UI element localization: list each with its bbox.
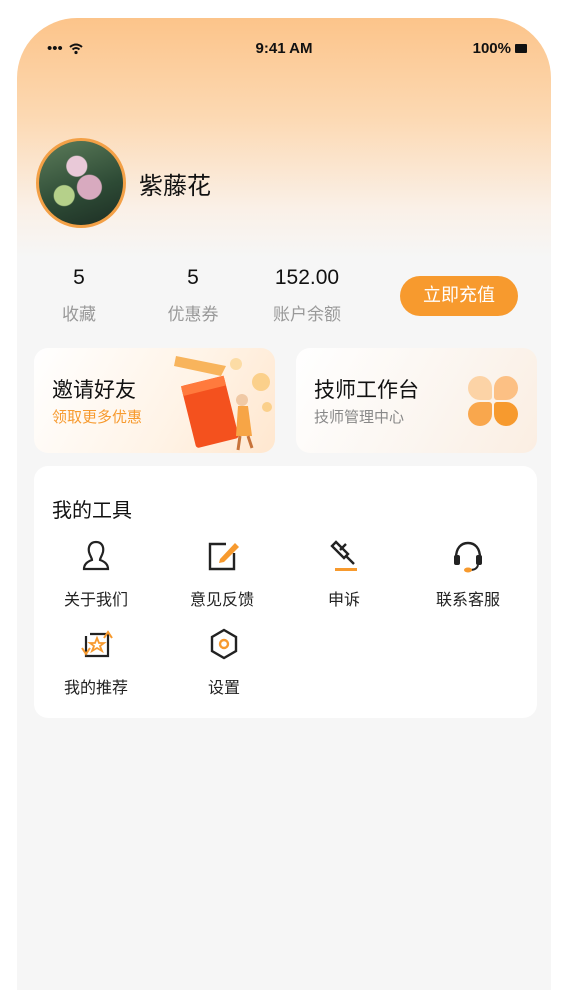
tool-my-recommend[interactable]: 我的推荐	[36, 626, 156, 698]
tool-label: 设置	[207, 678, 240, 697]
headset-icon	[454, 541, 482, 573]
gavel-icon	[330, 540, 357, 571]
tool-label: 我的推荐	[63, 678, 128, 697]
invite-title: 邀请好友	[52, 378, 136, 402]
settings-icon	[210, 628, 238, 660]
edit-icon	[208, 542, 239, 571]
tool-label: 意见反馈	[189, 590, 254, 609]
user-icon	[82, 540, 110, 571]
stat-favorites[interactable]: 5 收藏	[19, 266, 139, 325]
recommend-icon	[81, 630, 113, 658]
recharge-button[interactable]: 立即充值	[400, 276, 518, 316]
status-bar: ••• 9:41 AM 100%	[17, 40, 551, 60]
battery-percent: 100%	[472, 40, 511, 57]
workbench-clover-icon	[468, 376, 518, 426]
tool-label: 申诉	[327, 590, 360, 609]
phone-screen: ••• 9:41 AM 100% 紫藤花 5 收藏 5 优惠券 152.00 账…	[17, 18, 551, 990]
tech-title: 技师工作台	[314, 378, 419, 402]
stat-label: 收藏	[62, 305, 96, 325]
tool-about-us[interactable]: 关于我们	[36, 538, 156, 610]
tools-title: 我的工具	[52, 498, 132, 522]
avatar[interactable]	[36, 138, 126, 228]
stat-value: 152.00	[274, 266, 340, 289]
stat-value: 5	[187, 266, 199, 289]
tool-label: 联系客服	[435, 590, 500, 609]
my-tools-panel: 我的工具 关于我们 意见反馈 申诉 联系客服 我的推荐 设置	[34, 466, 537, 718]
stat-label: 优惠券	[167, 305, 219, 325]
tool-feedback[interactable]: 意见反馈	[162, 538, 282, 610]
stat-label: 账户余额	[273, 305, 341, 325]
username: 紫藤花	[139, 172, 211, 200]
stat-value: 5	[73, 266, 85, 289]
tool-appeal[interactable]: 申诉	[284, 538, 404, 610]
tool-label: 关于我们	[63, 590, 128, 609]
tool-contact-service[interactable]: 联系客服	[408, 538, 528, 610]
stat-coupons[interactable]: 5 优惠券	[133, 266, 253, 325]
gift-illustration-icon	[174, 356, 272, 451]
invite-friends-card[interactable]: 邀请好友 领取更多优惠	[34, 348, 275, 453]
status-time: 9:41 AM	[255, 40, 313, 57]
technician-workbench-card[interactable]: 技师工作台 技师管理中心	[296, 348, 537, 453]
tool-settings[interactable]: 设置	[164, 626, 284, 698]
tech-subtitle: 技师管理中心	[314, 408, 405, 426]
stat-balance[interactable]: 152.00 账户余额	[247, 266, 367, 325]
battery-icon	[515, 44, 527, 53]
invite-subtitle: 领取更多优惠	[52, 408, 143, 426]
